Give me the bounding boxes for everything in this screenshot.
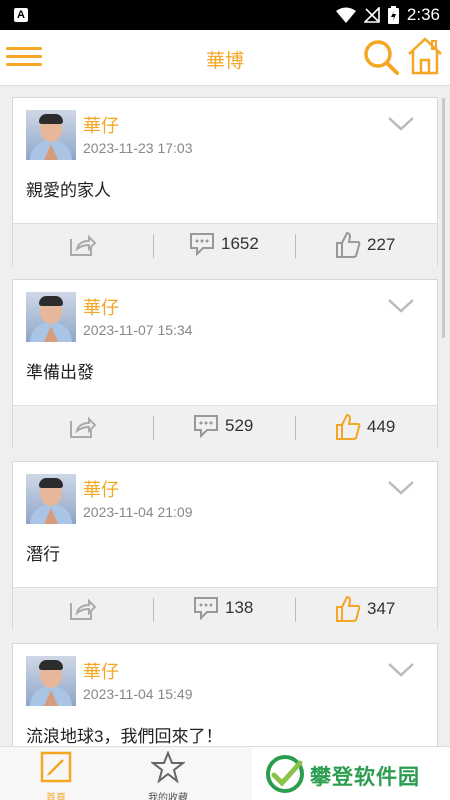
tab-favorites-label: 我的收藏 (148, 793, 188, 800)
status-bar: A 2:36 (0, 0, 450, 30)
comment-button[interactable]: 529 (193, 414, 253, 438)
watermark: 攀登软件园 (252, 747, 450, 800)
thumbs-up-icon (336, 231, 361, 258)
like-count: 449 (367, 417, 396, 436)
bottom-nav: 首頁 我的收藏 攀登软件园 (0, 746, 450, 800)
like-button[interactable]: 449 (335, 413, 395, 441)
comment-button[interactable]: 138 (193, 596, 253, 620)
chevron-down-icon[interactable] (387, 298, 415, 314)
post-card[interactable]: 華仔 2023-11-04 15:49 流浪地球3，我們回來了！ (12, 643, 438, 746)
wifi-icon (335, 7, 356, 23)
checkmark-logo-icon (266, 755, 304, 793)
no-signal-icon (363, 7, 380, 23)
clock: 2:36 (406, 5, 440, 24)
share-icon[interactable] (69, 233, 97, 257)
chevron-down-icon[interactable] (387, 116, 415, 132)
share-icon[interactable] (69, 597, 97, 621)
post-date: 2023-11-04 21:09 (83, 504, 193, 520)
post-card[interactable]: 華仔 2023-11-23 17:03 親愛的家人 1652 227 (12, 97, 438, 266)
post-author[interactable]: 華仔 (83, 476, 119, 502)
like-count: 227 (367, 235, 396, 254)
comment-icon (194, 597, 218, 620)
chevron-down-icon[interactable] (387, 480, 415, 496)
like-button[interactable]: 227 (335, 231, 395, 259)
thumbs-up-icon (336, 413, 361, 440)
comment-icon (190, 233, 214, 256)
comment-count: 1652 (221, 234, 259, 253)
share-icon[interactable] (69, 415, 97, 439)
comment-count: 138 (225, 598, 254, 617)
search-icon[interactable] (362, 38, 400, 76)
thumbs-up-icon (336, 595, 361, 622)
watermark-text: 攀登软件园 (310, 766, 420, 789)
edit-icon (40, 751, 72, 783)
post-actions: 1652 227 (13, 223, 437, 266)
post-date: 2023-11-04 15:49 (83, 686, 193, 702)
comment-icon (194, 415, 218, 438)
tab-home[interactable]: 首頁 (16, 751, 96, 800)
avatar[interactable] (26, 474, 76, 524)
tab-home-label: 首頁 (46, 793, 66, 800)
avatar[interactable] (26, 656, 76, 706)
avatar[interactable] (26, 292, 76, 342)
post-actions: 529 449 (13, 405, 437, 448)
home-icon[interactable] (406, 36, 444, 76)
scrollbar[interactable] (442, 98, 445, 338)
post-text: 準備出發 (26, 363, 94, 382)
post-text: 潛行 (26, 545, 60, 564)
avatar[interactable] (26, 110, 76, 160)
post-author[interactable]: 華仔 (83, 658, 119, 684)
tab-favorites[interactable]: 我的收藏 (128, 750, 208, 800)
post-date: 2023-11-07 15:34 (83, 322, 193, 338)
battery-icon (387, 6, 399, 24)
post-text: 親愛的家人 (26, 181, 111, 200)
post-card[interactable]: 華仔 2023-11-04 21:09 潛行 138 347 (12, 461, 438, 630)
comment-button[interactable]: 1652 (189, 232, 259, 256)
post-author[interactable]: 華仔 (83, 112, 119, 138)
like-count: 347 (367, 599, 396, 618)
post-card[interactable]: 華仔 2023-11-07 15:34 準備出發 529 449 (12, 279, 438, 448)
post-actions: 138 347 (13, 587, 437, 630)
star-icon (150, 750, 186, 784)
post-date: 2023-11-23 17:03 (83, 140, 193, 156)
comment-count: 529 (225, 416, 254, 435)
like-button[interactable]: 347 (335, 595, 395, 623)
app-header: 華博 (0, 30, 450, 86)
post-feed[interactable]: 華仔 2023-11-23 17:03 親愛的家人 1652 227 華仔 20… (0, 86, 450, 746)
chevron-down-icon[interactable] (387, 662, 415, 678)
post-text: 流浪地球3，我們回來了！ (26, 727, 223, 746)
post-author[interactable]: 華仔 (83, 294, 119, 320)
app-notification-icon: A (14, 8, 28, 22)
